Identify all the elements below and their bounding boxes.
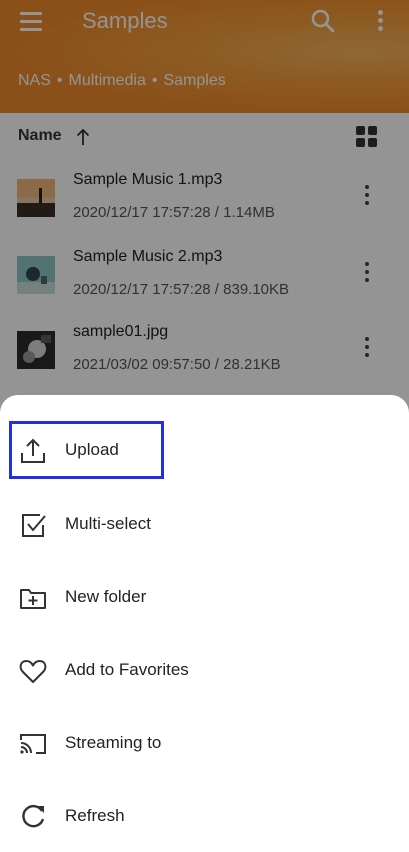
menu-item-add-to-favorites[interactable]: Add to Favorites	[0, 641, 409, 701]
heart-icon	[19, 660, 47, 683]
bottom-sheet-menu: Upload Multi-select New folder Add to Fa…	[0, 395, 409, 852]
upload-icon	[21, 438, 45, 463]
menu-item-label: Multi-select	[65, 514, 151, 533]
menu-item-label: Refresh	[65, 806, 125, 825]
menu-item-new-folder[interactable]: New folder	[0, 568, 409, 628]
menu-item-label: Upload	[65, 440, 119, 459]
menu-item-streaming-to[interactable]: Streaming to	[0, 714, 409, 774]
menu-item-refresh[interactable]: Refresh	[0, 787, 409, 847]
menu-item-multi-select[interactable]: Multi-select	[0, 495, 409, 555]
menu-item-label: New folder	[65, 587, 147, 606]
cast-icon	[20, 734, 46, 754]
new-folder-icon	[20, 589, 46, 609]
checkbox-icon	[22, 514, 46, 537]
menu-item-upload[interactable]: Upload	[0, 421, 409, 481]
refresh-icon	[22, 804, 45, 828]
menu-item-label: Add to Favorites	[65, 660, 189, 679]
menu-item-label: Streaming to	[65, 733, 162, 752]
